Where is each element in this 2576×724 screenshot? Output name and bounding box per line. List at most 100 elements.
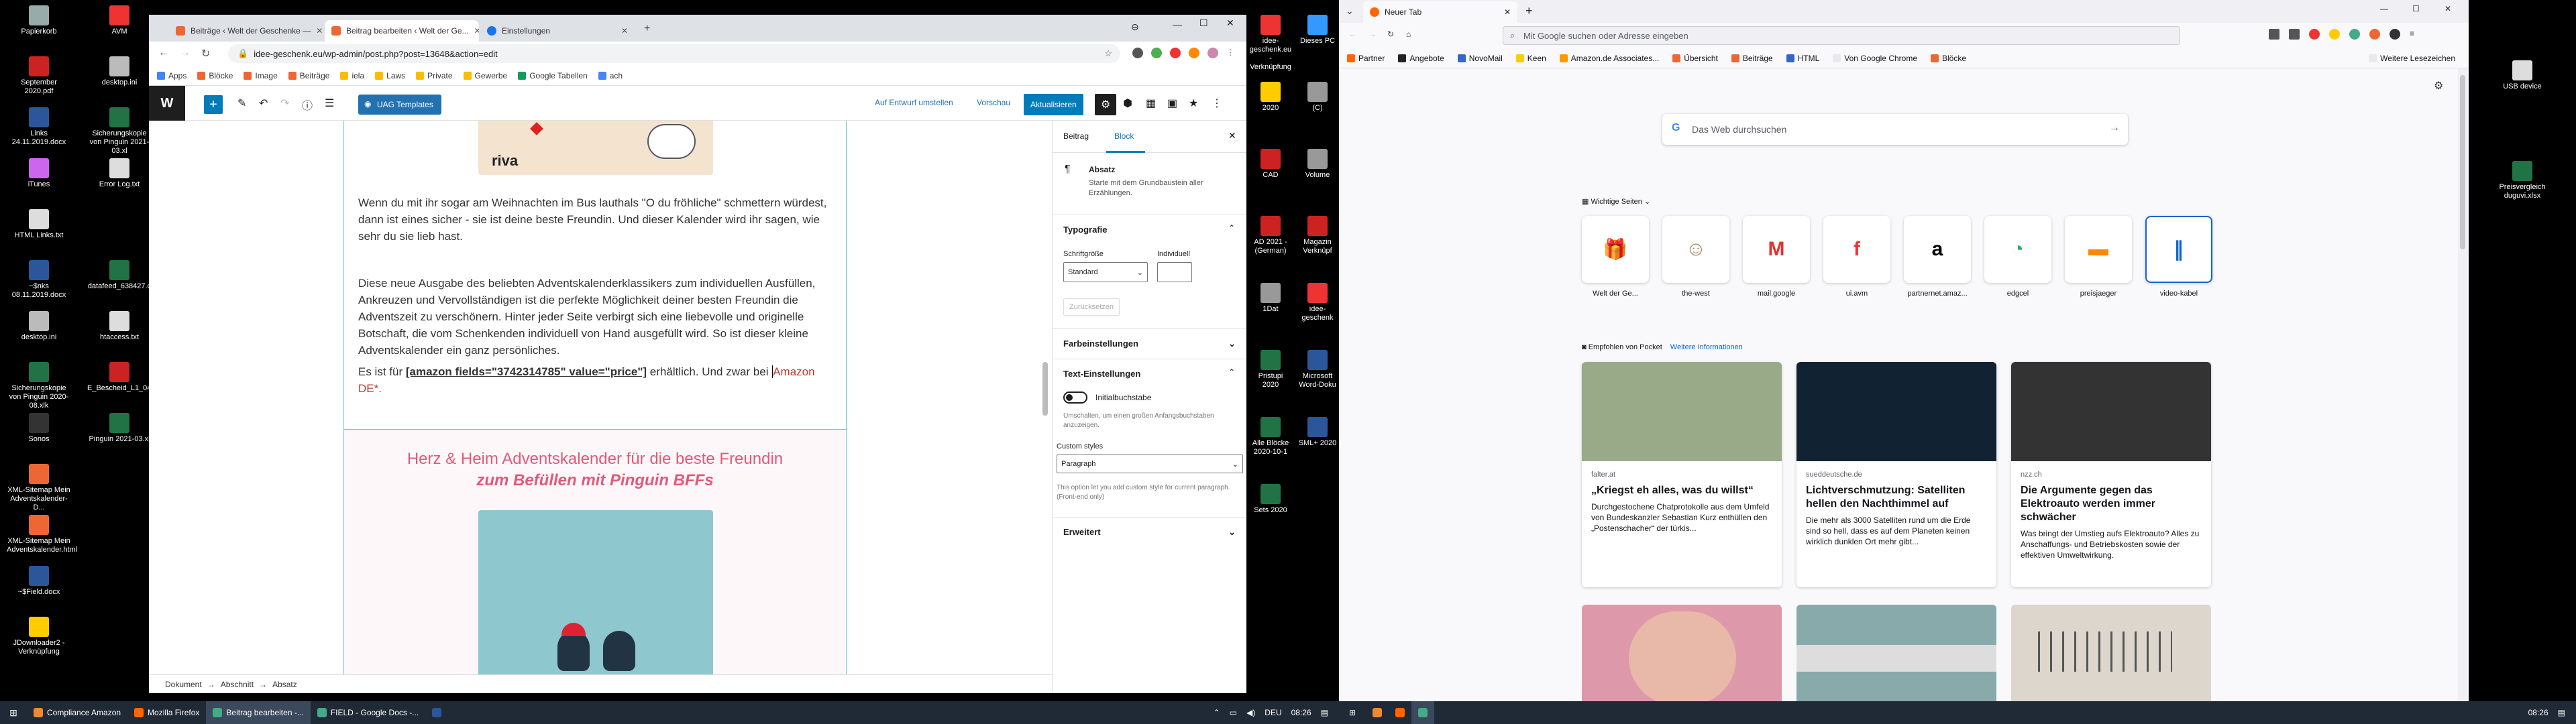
edit-tool-icon[interactable]: ✎ xyxy=(237,97,246,110)
desktop-icon[interactable]: JDownloader2 - Verknüpfung xyxy=(7,617,71,656)
breadcrumb-document[interactable]: Dokument xyxy=(165,680,202,689)
taskbar-app[interactable]: FIELD - Google Docs -... xyxy=(311,701,425,724)
desktop-icon[interactable]: 2020 xyxy=(1249,82,1292,113)
desktop-icon[interactable]: Dieses PC xyxy=(1296,15,1339,46)
desktop-icon[interactable]: Sicherungskopie von Pinguin 2020-08.xlk xyxy=(7,362,71,410)
minimize-icon[interactable]: — xyxy=(1173,19,1182,29)
close-icon[interactable]: ✕ xyxy=(1228,130,1236,141)
plugin-icon[interactable]: ★ xyxy=(1189,97,1198,110)
scrollbar-thumb[interactable] xyxy=(2460,75,2465,249)
more-bookmarks[interactable]: Weitere Lesezeichen xyxy=(2369,54,2455,63)
undo-icon[interactable]: ↶ xyxy=(259,97,268,110)
reset-button[interactable]: Zurücksetzen xyxy=(1063,298,1120,316)
desktop-icon[interactable]: CAD xyxy=(1249,149,1292,180)
tab-post[interactable]: Beitrag xyxy=(1063,131,1089,141)
firefox-address-bar[interactable]: ⌕ Mit Google suchen oder Adresse eingeben xyxy=(1503,26,2180,45)
desktop-icon[interactable]: Links 24.11.2019.docx xyxy=(7,107,71,147)
bookmark-item[interactable]: Gewerbe xyxy=(463,71,507,80)
pocket-card[interactable]: falter.at „Kriegst eh alles, was du wills… xyxy=(1582,362,1782,587)
top-site-tile[interactable]: f ui.avm xyxy=(1823,216,1890,298)
close-window-icon[interactable]: ✕ xyxy=(2445,4,2451,13)
desktop-icon[interactable]: Pristupi 2020 xyxy=(1249,350,1292,389)
desktop-icon[interactable]: USB device xyxy=(2490,60,2555,91)
desktop-icon[interactable]: Magazin Verknüpf xyxy=(1296,216,1339,255)
font-size-select[interactable]: Standard ⌄ xyxy=(1063,262,1148,282)
bookmark-item[interactable]: Angebote xyxy=(1398,54,1444,63)
section-block-2[interactable]: Herz & Heim Adventskalender für die best… xyxy=(343,429,847,674)
volume-icon[interactable]: ◀) xyxy=(1246,708,1255,717)
bookmark-apps[interactable]: Apps xyxy=(157,71,186,80)
desktop-icon[interactable]: Error Log.txt xyxy=(87,158,152,189)
top-site-tile[interactable]: ▬ preisjaeger xyxy=(2065,216,2132,298)
close-icon[interactable]: ✕ xyxy=(311,26,323,36)
new-tab-icon[interactable]: + xyxy=(1525,4,1533,18)
typography-heading[interactable]: Typografie xyxy=(1063,225,1108,235)
desktop-icon[interactable]: XML-Sitemap Mein Adventskalender-D... xyxy=(7,464,71,512)
forward-icon[interactable]: → xyxy=(180,47,191,59)
extension-icon[interactable] xyxy=(1151,48,1162,58)
top-site-tile[interactable]: ∥ video-kabel xyxy=(2145,216,2212,298)
switch-to-draft-button[interactable]: Auf Entwurf umstellen xyxy=(875,98,953,107)
chevron-up-icon[interactable]: ⌃ xyxy=(1228,223,1235,233)
extension-icon[interactable] xyxy=(2329,29,2340,40)
menu-icon[interactable]: ≡ xyxy=(2410,29,2420,40)
desktop-icon[interactable]: Alle Blöcke 2020-10-1 xyxy=(1249,417,1292,457)
newtab-settings-gear-icon[interactable]: ⚙ xyxy=(2434,79,2443,93)
bookmark-item[interactable]: Google Tabellen xyxy=(518,71,588,80)
extension-icon[interactable] xyxy=(1189,48,1199,58)
bookmark-item[interactable]: Beiträge xyxy=(1731,54,1773,63)
settings-gear-icon[interactable]: ⚙ xyxy=(1095,94,1116,115)
pinterest-icon[interactable] xyxy=(1170,48,1181,58)
pocket-card[interactable]: nzz.ch Die Argumente gegen das Elektroaut… xyxy=(2011,362,2211,587)
desktop-icon[interactable]: (C) xyxy=(1296,82,1339,113)
breadcrumb-paragraph[interactable]: Absatz xyxy=(272,680,297,689)
desktop-icon[interactable]: iTunes xyxy=(7,158,71,189)
desktop-icon[interactable]: ~$Field.docx xyxy=(7,566,71,597)
desktop-icon[interactable]: HTML Links.txt xyxy=(7,209,71,240)
bookmark-item[interactable]: Blöcke xyxy=(197,71,233,80)
taskbar-app[interactable] xyxy=(425,701,448,724)
advanced-panel[interactable]: Erweitert ⌄ xyxy=(1053,517,1246,547)
bookmark-item[interactable]: NovoMail xyxy=(1457,54,1503,63)
section-subheading[interactable]: zum Befüllen mit Pinguin BFFs xyxy=(344,471,846,490)
desktop-icon[interactable]: September 2020.pdf xyxy=(7,56,71,96)
taskbar-app[interactable]: Beitrag bearbeiten -... xyxy=(206,701,311,724)
add-block-button[interactable]: + xyxy=(204,95,223,114)
desktop-icon[interactable]: Papierkorb xyxy=(7,5,71,36)
star-icon[interactable]: ☆ xyxy=(1104,48,1112,59)
taskbar-app[interactable] xyxy=(1411,701,1434,724)
top-site-tile[interactable]: 🎁 Welt der Ge... xyxy=(1582,216,1649,298)
preview-button[interactable]: Vorschau xyxy=(977,98,1010,107)
tab-block[interactable]: Block xyxy=(1114,131,1134,141)
bookmark-item[interactable]: Amazon.de Associates... xyxy=(1559,54,1659,63)
close-icon[interactable]: ✕ xyxy=(616,26,628,36)
desktop-icon[interactable]: htaccess.txt xyxy=(87,311,152,342)
clock[interactable]: 08:26 xyxy=(2528,708,2548,717)
chrome-tab-settings[interactable]: Einstellungen ✕ xyxy=(480,20,635,42)
list-view-icon[interactable]: ☰ xyxy=(325,97,334,110)
desktop-icon[interactable]: E_Bescheid_L1_04_ xyxy=(87,362,156,393)
extension-icon[interactable] xyxy=(2369,29,2380,40)
desktop-icon[interactable]: datafeed_638427.c xyxy=(87,260,152,291)
top-site-tile[interactable]: Mmail.google xyxy=(1743,216,1810,298)
grid-icon[interactable]: ▦ xyxy=(1146,97,1156,110)
bookmark-item[interactable]: Image xyxy=(244,71,278,80)
bookmark-item[interactable]: Keen xyxy=(1515,54,1546,63)
top-site-tile[interactable]: ☺ the-west xyxy=(1662,216,1729,298)
desktop-icon[interactable]: idee-geschenk.eu - Verknüpfung xyxy=(1249,15,1292,72)
close-icon[interactable]: ✕ xyxy=(469,26,479,36)
chrome-tab-posts[interactable]: Beiträge ‹ Welt der Geschenke — ✕ xyxy=(169,20,323,42)
library-icon[interactable] xyxy=(2269,29,2279,40)
text-settings-heading[interactable]: Text-Einstellungen xyxy=(1063,369,1140,379)
web-search-input[interactable]: G Das Web durchsuchen → xyxy=(1662,114,2128,145)
sidebar-icon[interactable] xyxy=(2289,29,2300,40)
desktop-icon[interactable]: Volume xyxy=(1296,149,1339,180)
arrow-right-icon[interactable]: → xyxy=(2109,122,2120,134)
account-icon[interactable] xyxy=(2390,29,2400,40)
notification-icon[interactable]: ▤ xyxy=(1321,708,1328,717)
color-settings-panel[interactable]: Farbeinstellungen ⌄ xyxy=(1053,328,1246,359)
tab-search-icon[interactable]: ⊖ xyxy=(1131,21,1139,33)
scrollbar[interactable] xyxy=(2458,68,2467,701)
taskbar-app[interactable] xyxy=(1389,701,1411,724)
address-bar[interactable]: 🔒 idee-geschenk.eu/wp-admin/post.php?post… xyxy=(228,44,1120,63)
